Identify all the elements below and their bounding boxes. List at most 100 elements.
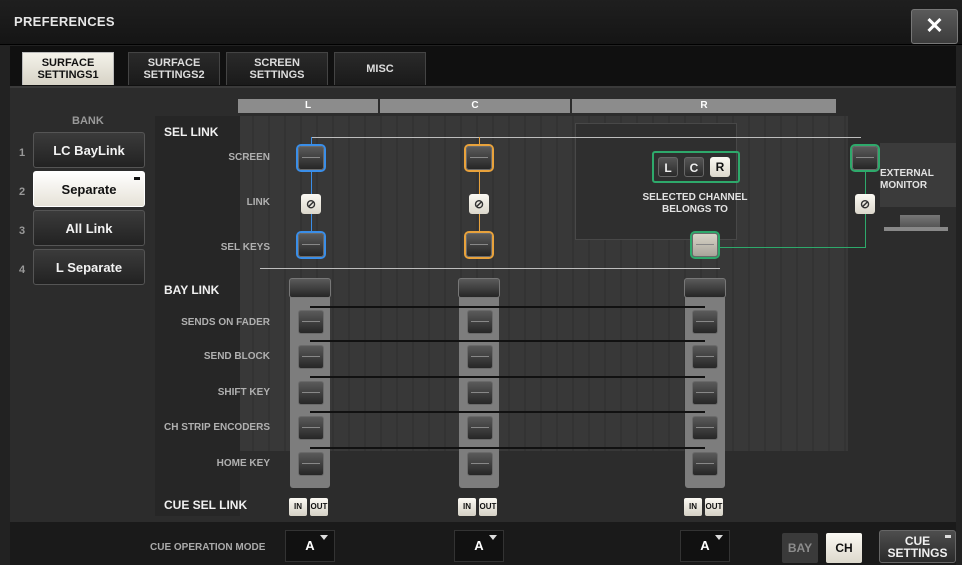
title-bar: PREFERENCES ✕ xyxy=(0,0,962,45)
label-pane xyxy=(155,116,240,516)
cue-settings-label: CUE SETTINGS xyxy=(887,533,948,560)
popup-corner-icon xyxy=(945,535,951,538)
row-label-shift-key: SHIFT KEY xyxy=(217,387,270,398)
bank-number: 3 xyxy=(19,225,26,237)
l-ch-strip-encoders-button[interactable] xyxy=(298,416,324,440)
bank-label: BANK xyxy=(72,115,104,127)
ext-connect-line xyxy=(717,247,866,248)
chevron-down-icon xyxy=(489,535,497,540)
row-label-sends-on-fader: SENDS ON FADER xyxy=(181,317,270,328)
bank-item-l-separate[interactable]: L Separate xyxy=(33,249,145,285)
c-send-block-button[interactable] xyxy=(467,345,493,369)
ext-screen-button[interactable] xyxy=(852,146,878,170)
c-ch-strip-encoders-button[interactable] xyxy=(467,416,493,440)
ch-mode-button[interactable]: CH xyxy=(826,533,862,563)
row-label-screen: SCREEN xyxy=(228,152,270,163)
bank-item-label: LC BayLink xyxy=(53,142,125,158)
tab-surface-settings1[interactable]: SURFACE SETTINGS1 xyxy=(22,52,114,85)
selected-channel-c-button[interactable]: C xyxy=(684,157,704,177)
bay-connector-line xyxy=(310,447,705,449)
popup-corner-icon xyxy=(134,176,140,180)
ext-link-icon[interactable]: ⊘ xyxy=(855,194,875,214)
row-label-home-key: HOME KEY xyxy=(216,458,270,469)
c-cue-mode-dropdown[interactable]: A xyxy=(454,530,504,562)
l-bay-link-button[interactable] xyxy=(289,278,331,298)
l-cue-out-button[interactable]: OUT xyxy=(310,498,328,516)
tab-screen-settings[interactable]: SCREEN SETTINGS xyxy=(226,52,328,85)
row-label-ch-strip-encoders: CH STRIP ENCODERS xyxy=(164,422,270,433)
close-button[interactable]: ✕ xyxy=(911,9,958,44)
monitor-base xyxy=(884,227,948,231)
bank-number: 1 xyxy=(19,147,26,159)
column-header-c: C xyxy=(380,99,570,113)
selected-channel-l-button[interactable]: L xyxy=(658,157,678,177)
r-sel-keys-button[interactable] xyxy=(692,233,718,257)
cue-settings-button[interactable]: CUE SETTINGS xyxy=(879,530,956,563)
l-send-block-button[interactable] xyxy=(298,345,324,369)
bay-connector-line xyxy=(310,306,705,308)
bank-item-label: L Separate xyxy=(55,259,123,275)
chevron-down-icon xyxy=(320,535,328,540)
l-shift-key-button[interactable] xyxy=(298,381,324,405)
r-bay-link-button[interactable] xyxy=(684,278,726,298)
cue-sel-link-title: CUE SEL LINK xyxy=(164,498,248,512)
l-screen-button[interactable] xyxy=(298,146,324,170)
tab-surface-settings2[interactable]: SURFACE SETTINGS2 xyxy=(128,52,220,85)
l-cue-mode-dropdown[interactable]: A xyxy=(285,530,335,562)
bank-number: 4 xyxy=(19,264,26,276)
tab-misc[interactable]: MISC xyxy=(334,52,426,85)
r-send-block-button[interactable] xyxy=(692,345,718,369)
window-title: PREFERENCES xyxy=(14,14,115,29)
c-screen-button[interactable] xyxy=(466,146,492,170)
tab-bar: SURFACE SETTINGS1 SURFACE SETTINGS2 SCRE… xyxy=(10,46,956,86)
r-sends-on-fader-button[interactable] xyxy=(692,310,718,334)
dropdown-value: A xyxy=(474,538,484,553)
bay-link-title: BAY LINK xyxy=(164,283,220,297)
bank-number: 2 xyxy=(19,186,26,198)
l-sends-on-fader-button[interactable] xyxy=(298,310,324,334)
row-label-send-block: SEND BLOCK xyxy=(203,351,270,362)
bay-connector-line xyxy=(310,376,705,378)
bank-item-all-link[interactable]: All Link xyxy=(33,210,145,246)
c-shift-key-button[interactable] xyxy=(467,381,493,405)
bay-mode-button[interactable]: BAY xyxy=(782,533,818,563)
row-label-sel-keys: SEL KEYS xyxy=(220,242,270,253)
external-monitor-label: EXTERNAL MONITOR xyxy=(880,168,934,191)
c-cue-in-button[interactable]: IN xyxy=(458,498,476,516)
chevron-down-icon xyxy=(715,535,723,540)
bay-connector-line xyxy=(310,340,705,342)
bank-item-label: All Link xyxy=(65,220,113,236)
l-cue-in-button[interactable]: IN xyxy=(289,498,307,516)
l-home-key-button[interactable] xyxy=(298,452,324,476)
monitor-stand xyxy=(900,215,940,227)
bank-item-lc-baylink[interactable]: LC BayLink xyxy=(33,132,145,168)
c-link-icon[interactable]: ⊘ xyxy=(469,194,489,214)
column-header-r: R xyxy=(572,99,836,113)
c-sends-on-fader-button[interactable] xyxy=(467,310,493,334)
row-label-link: LINK xyxy=(246,197,270,208)
selected-channel-r-button[interactable]: R xyxy=(710,157,730,177)
dropdown-value: A xyxy=(305,538,315,553)
r-cue-out-button[interactable]: OUT xyxy=(705,498,723,516)
bank-item-separate[interactable]: Separate xyxy=(33,171,145,207)
l-link-icon[interactable]: ⊘ xyxy=(301,194,321,214)
c-cue-out-button[interactable]: OUT xyxy=(479,498,497,516)
selected-channel-caption: SELECTED CHANNEL BELONGS TO xyxy=(642,192,748,215)
c-bay-link-button[interactable] xyxy=(458,278,500,298)
cue-operation-mode-label: CUE OPERATION MODE xyxy=(150,542,266,553)
sel-link-top-line xyxy=(311,137,861,138)
bay-connector-line xyxy=(310,411,705,413)
column-header-l: L xyxy=(238,99,378,113)
l-sel-keys-button[interactable] xyxy=(298,233,324,257)
close-icon: ✕ xyxy=(925,13,944,38)
bank-item-label: Separate xyxy=(61,181,117,197)
r-ch-strip-encoders-button[interactable] xyxy=(692,416,718,440)
dropdown-value: A xyxy=(700,538,710,553)
sel-link-bottom-line xyxy=(260,268,720,269)
r-cue-in-button[interactable]: IN xyxy=(684,498,702,516)
r-shift-key-button[interactable] xyxy=(692,381,718,405)
c-home-key-button[interactable] xyxy=(467,452,493,476)
r-cue-mode-dropdown[interactable]: A xyxy=(680,530,730,562)
c-sel-keys-button[interactable] xyxy=(466,233,492,257)
r-home-key-button[interactable] xyxy=(692,452,718,476)
